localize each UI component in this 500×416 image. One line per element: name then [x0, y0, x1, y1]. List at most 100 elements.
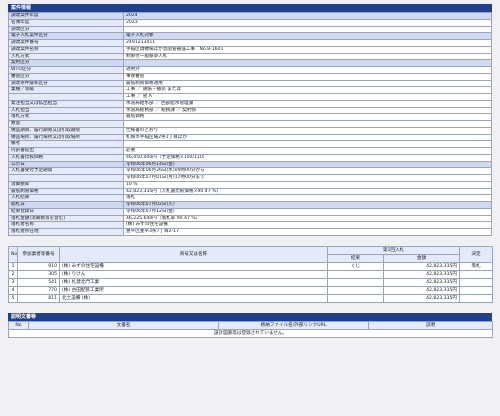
info-label: 結果登録日	[8, 207, 124, 216]
info-value: 最低制限価格適用	[123, 79, 492, 88]
info-value	[123, 140, 492, 148]
bid-cell-amount: 42,823,335円	[383, 277, 460, 287]
info-value	[123, 120, 492, 128]
info-label: 納品期限、履行期限又は引取期限	[8, 126, 124, 135]
bid-cell-name: (株) 札建北門工業	[59, 277, 328, 287]
info-row: 消費税率 10 %	[8, 180, 492, 189]
info-label: 内訳書提出	[8, 147, 124, 155]
info-value: 工事 ／ 管 A	[123, 93, 492, 101]
info-label: 備考	[8, 140, 124, 148]
docs-header-no: No	[8, 320, 29, 330]
info-label: 公示日	[8, 160, 124, 169]
docs-header-description: 説明	[368, 320, 493, 330]
info-row: 開札日 令和06年07月02日(火)	[8, 201, 492, 209]
info-label: 入札担当	[8, 106, 124, 115]
info-value: 2024	[123, 12, 492, 20]
info-label: 審査区分	[8, 72, 124, 81]
info-row: 落札者名称 (株) みずの住宅設備	[8, 221, 492, 229]
info-label: 最低制限価格	[8, 187, 124, 196]
info-row: 発注担当又は払出担当 水道局給水部 ／ 西部配水管理課	[8, 99, 492, 108]
section-title-case-info: 案件情報	[8, 4, 492, 12]
info-value: 令和06年06月14日(金)	[123, 160, 492, 169]
info-value	[123, 25, 492, 34]
bid-cell-amount: 42,823,335円	[383, 269, 460, 279]
info-row: 最低制限価格 42,823,335円（入札書比較価格×90.47 %）	[8, 187, 492, 196]
info-value: 落札	[123, 194, 492, 202]
info-value: 制限付一般競争入札	[123, 52, 492, 61]
info-value: 水道局給水部 ／ 西部配水管理課	[123, 99, 492, 108]
info-row: 入札担当 水道局総務部 ／ 総務課 ／ 契約係	[8, 106, 492, 115]
info-row: 入札結果 落札	[8, 194, 492, 202]
info-label: 電子入札案件区分	[8, 32, 124, 40]
info-label: 落札方式	[8, 113, 124, 121]
info-label: 調達区分	[8, 25, 124, 34]
info-row: 入札書比較価格 46,450,000円（予定価格×100/110）	[8, 153, 492, 162]
info-value: (株) みずの住宅設備	[123, 221, 492, 229]
info-value: 札幌市手稲区曙2条1丁目ほか	[123, 133, 492, 142]
bid-results-table: No 参加業者等番号 商号又は名称 第1回入札 決定 結果 金額 1 910 (株)…	[8, 245, 493, 303]
info-value: 適用外	[123, 66, 492, 74]
bid-row: 4 770 (株) 古田配管工業所 42,823,335円	[8, 285, 493, 295]
info-label: 数量	[8, 120, 124, 128]
bid-cell-member: 910	[17, 261, 60, 271]
info-label: 入札書受付予定期間	[8, 167, 124, 175]
info-row: 調達区分	[8, 25, 492, 34]
info-label: 調達条件緩和区分	[8, 79, 124, 88]
bid-cell-no: 4	[8, 285, 18, 295]
bid-row: 2 305 (株) りけん 42,823,335円	[8, 269, 493, 279]
bid-cell-name: (株) みずの住宅設備	[59, 261, 328, 271]
info-label	[8, 174, 124, 182]
info-label: WTO区分	[8, 66, 124, 74]
bid-cell-decision	[459, 293, 493, 303]
bid-cell-no: 2	[8, 269, 18, 279]
info-value: 46,225,640円（落札率 90.47 %）	[123, 214, 492, 223]
bid-cell-member: 811	[17, 293, 60, 303]
bid-cell-decision	[459, 269, 493, 279]
info-value: 仕様書のとおり	[123, 126, 492, 135]
info-row: 内訳書提出 必要	[8, 147, 492, 155]
info-value: 46,450,000円（予定価格×100/110）	[123, 153, 492, 162]
bid-cell-decision: 落札	[459, 261, 493, 271]
bid-header-result: 結果	[327, 253, 384, 263]
bid-cell-name: (株) りけん	[59, 269, 328, 279]
info-value: 2023	[123, 18, 492, 27]
bid-cell-result	[327, 285, 384, 295]
info-label: 調達案件年度	[8, 12, 124, 20]
info-label: 調達案件番号	[8, 39, 124, 47]
info-value: 令和06年07月12日(金)	[123, 207, 492, 216]
info-value: 最低価格	[123, 113, 492, 121]
info-label	[8, 93, 124, 101]
info-row: 工事 ／ 管 A	[8, 93, 492, 101]
bid-cell-amount: 42,823,335円	[383, 261, 460, 271]
info-row: 落札方式 最低価格	[8, 113, 492, 121]
bid-cell-no: 5	[8, 293, 18, 303]
case-info-table: 調達案件年度 2024 名簿年度 2023 調達区分 電子入札案件区分 電子入札対象 調達案件…	[8, 12, 492, 236]
bid-header-no: No	[8, 245, 18, 263]
info-row: 契約区分	[8, 59, 492, 67]
bid-cell-result	[327, 277, 384, 287]
info-label: 業種／等級	[8, 86, 124, 94]
docs-header-file: 格納ファイル名/外部リンクURL	[218, 320, 369, 330]
info-row: 調達案件番号 2491213411	[8, 39, 492, 47]
info-row: 落札金額(消費税等を含む) 46,225,640円（落札率 90.47 %）	[8, 214, 492, 223]
info-value: 令和06年07月01日(月)17時00分まで	[123, 174, 492, 182]
bid-header-round1: 第1回入札	[327, 245, 460, 255]
bid-cell-amount: 42,823,335円	[383, 285, 460, 295]
info-value: 令和06年06月26日(水)09時00分から	[123, 167, 492, 175]
info-row: 調達案件年度 2024	[8, 12, 492, 20]
info-row: 名簿年度 2023	[8, 18, 492, 27]
bid-row: 1 910 (株) みずの住宅設備 くじ 42,823,335円 落札	[8, 261, 493, 271]
info-label: 落札者所在地	[8, 228, 124, 236]
info-row: WTO区分 適用外	[8, 66, 492, 74]
info-label: 落札者名称	[8, 221, 124, 229]
info-label: 発注担当又は払出担当	[8, 99, 124, 108]
bid-header-decision: 決定	[459, 245, 493, 263]
info-label: 名簿年度	[8, 18, 124, 27]
info-label: 入札方式	[8, 52, 124, 61]
info-row: 調達案件名称 手稲区瑞穂場ほか急閉管補強工事 No.8-1601	[8, 45, 492, 54]
bid-header-member-number: 参加業者等番号	[17, 245, 60, 263]
bid-cell-name: (株) 古田配管工業所	[59, 285, 328, 295]
bid-cell-result	[327, 269, 384, 279]
bid-cell-decision	[459, 285, 493, 295]
bid-header-name: 商号又は名称	[59, 245, 328, 263]
